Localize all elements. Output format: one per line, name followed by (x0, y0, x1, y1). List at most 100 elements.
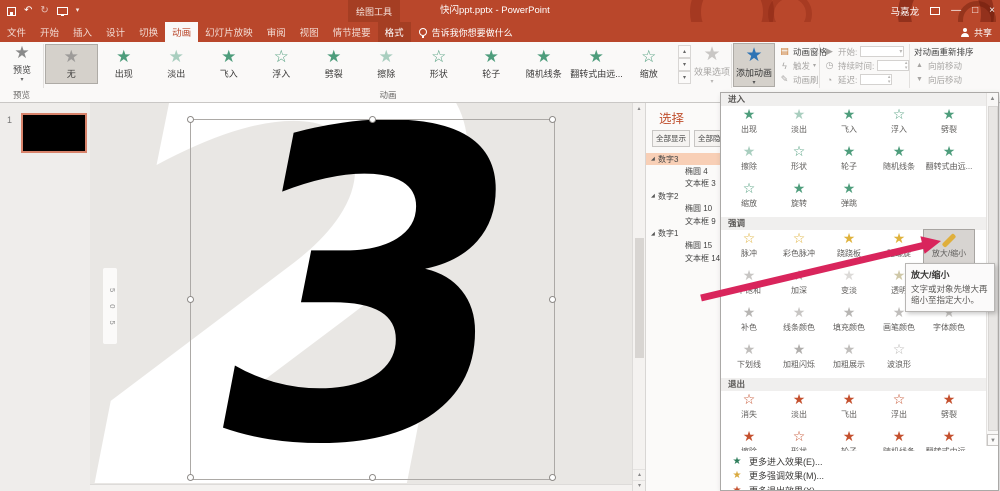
emphasis-effect-item[interactable]: ☆ 彩色脉冲 (774, 230, 824, 267)
selection-tree-item[interactable]: ◢ 数字1 (646, 227, 720, 239)
emphasis-effect-item[interactable]: ★ 加粗闪烁 (774, 341, 824, 378)
share-button[interactable]: 共享 (961, 22, 992, 42)
ribbon-tab[interactable]: 审阅 (260, 22, 293, 42)
scroll-down-icon[interactable]: ▼ (987, 434, 998, 446)
ribbon-tab[interactable]: 情节提要 (326, 22, 378, 42)
emphasis-effect-item[interactable]: ★ 填充颜色 (824, 304, 874, 341)
entrance-effect-item[interactable]: ☆ 浮入 (874, 106, 924, 143)
resize-handle[interactable] (187, 116, 194, 123)
animation-gallery-item[interactable]: ★ 擦除 (360, 44, 413, 84)
move-later-button[interactable]: ▼ 向后移动 (914, 73, 974, 86)
slide-editing-canvas[interactable]: 15 10 5 0 5 10 15 5 0 5 2 3 (90, 103, 632, 491)
emphasis-effect-item[interactable]: ★ 不饱和 (724, 267, 774, 304)
selection-tree-item[interactable]: ◢ 数字2 (646, 190, 720, 202)
selection-tree-item[interactable]: 文本框 3 (646, 178, 720, 190)
resize-handle[interactable] (549, 296, 556, 303)
scroll-up-icon[interactable]: ▲ (987, 93, 998, 105)
show-all-button[interactable]: 全部显示 (652, 130, 690, 147)
animation-gallery-item[interactable]: ★ 劈裂 (308, 44, 361, 84)
ribbon-display-options-icon[interactable] (930, 7, 941, 15)
exit-effect-item[interactable]: ★ 淡出 (774, 391, 824, 428)
entrance-effect-item[interactable]: ★ 飞入 (824, 106, 874, 143)
emphasis-effect-item[interactable]: 放大/缩小 (923, 229, 975, 268)
ribbon-tab[interactable]: 设计 (99, 22, 132, 42)
entrance-effect-item[interactable]: ★ 轮子 (824, 143, 874, 180)
selection-tree-item[interactable]: ◢ 数字3 (646, 153, 720, 166)
ribbon-tab[interactable]: 插入 (66, 22, 99, 42)
exit-effect-item[interactable]: ☆ 浮出 (874, 391, 924, 428)
resize-handle[interactable] (549, 474, 556, 481)
undo-icon[interactable]: ↶ (24, 0, 32, 22)
animation-gallery-item[interactable]: ★ 出现 (98, 44, 151, 84)
selection-tree-item[interactable]: 文本框 9 (646, 215, 720, 227)
add-animation-button[interactable]: ★ 添加动画 ▾ (733, 43, 775, 87)
emphasis-effect-item[interactable]: ★ 下划线 (724, 341, 774, 378)
animation-gallery-item[interactable]: ★ 无 (45, 44, 98, 84)
exit-effect-item[interactable]: ★ 飞出 (824, 391, 874, 428)
entrance-effect-item[interactable]: ★ 旋转 (774, 180, 824, 217)
slideshow-icon[interactable] (56, 7, 68, 16)
more-effects-menu-item[interactable]: ★ 更多强调效果(M)... (721, 469, 998, 484)
save-icon[interactable] (7, 6, 16, 16)
minimize-button[interactable]: — (951, 0, 961, 22)
vertical-scrollbar[interactable]: ▴ ▴ ▾ (632, 103, 646, 491)
animation-gallery-item[interactable]: ★ 翻转式由远... (570, 44, 623, 84)
entrance-effect-item[interactable]: ★ 劈裂 (924, 106, 974, 143)
selection-tree-item[interactable]: 椭圆 4 (646, 165, 720, 177)
ribbon-tab[interactable]: 动画 (165, 22, 199, 42)
ribbon-tab[interactable]: 切换 (132, 22, 165, 42)
entrance-effect-item[interactable]: ☆ 缩放 (724, 180, 774, 217)
qat-customize-icon[interactable]: ▾ (76, 0, 80, 22)
resize-handle[interactable] (187, 296, 194, 303)
animation-gallery-item[interactable]: ☆ 浮入 (255, 44, 308, 84)
scroll-up-icon[interactable]: ▴ (633, 103, 645, 115)
resize-handle[interactable] (369, 474, 376, 481)
more-effects-menu-item[interactable]: ★ 更多退出效果(X)... (721, 483, 998, 490)
emphasis-effect-item[interactable]: ★ 线条颜色 (774, 304, 824, 341)
entrance-effect-item[interactable]: ★ 擦除 (724, 143, 774, 180)
animation-gallery-item[interactable]: ★ 随机线条 (518, 44, 571, 84)
more-effects-menu-item[interactable]: ★ 更多进入效果(E)... (721, 454, 998, 469)
expand-icon[interactable]: ◢ (651, 193, 658, 199)
start-combobox[interactable]: ▾ (860, 46, 905, 57)
maximize-button[interactable]: □ (972, 0, 978, 22)
emphasis-effect-item[interactable]: ★ 补色 (724, 304, 774, 341)
emphasis-effect-item[interactable]: ★ 陀螺旋 (874, 230, 924, 267)
emphasis-effect-item[interactable]: ☆ 波浪形 (874, 341, 924, 378)
gallery-more-button[interactable]: ▾ (678, 71, 691, 84)
exit-effect-item[interactable]: ★ 劈裂 (924, 391, 974, 428)
animation-gallery-item[interactable]: ☆ 缩放 (623, 44, 676, 84)
effect-options-button[interactable]: ★ 效果选项 ▾ (694, 44, 730, 86)
emphasis-effect-item[interactable]: ☆ 脉冲 (724, 230, 774, 267)
animation-gallery-item[interactable]: ★ 轮子 (465, 44, 518, 84)
resize-handle[interactable] (369, 116, 376, 123)
move-earlier-button[interactable]: ▲ 向前移动 (914, 59, 974, 72)
preview-button[interactable]: ★ 预览 ▾ (4, 44, 40, 86)
selection-tree-item[interactable]: 椭圆 10 (646, 203, 720, 215)
entrance-effect-item[interactable]: ☆ 形状 (774, 143, 824, 180)
scrollbar-thumb[interactable] (635, 238, 644, 358)
ribbon-tab[interactable]: 文件 (0, 22, 33, 42)
slide-thumbnail[interactable] (21, 113, 87, 153)
user-name[interactable]: 马嘉龙 (891, 4, 920, 18)
animation-gallery-item[interactable]: ☆ 形状 (413, 44, 466, 84)
ribbon-tab[interactable]: 开始 (33, 22, 66, 42)
tell-me-box[interactable]: 告诉我你想要做什么 (418, 22, 513, 42)
gallery-up-button[interactable]: ▴ (678, 45, 691, 58)
duration-spinner[interactable]: ▴ ▾ (877, 60, 910, 71)
emphasis-effect-item[interactable]: ★ 加粗展示 (824, 341, 874, 378)
exit-effect-item[interactable]: ☆ 消失 (724, 391, 774, 428)
entrance-effect-item[interactable]: ★ 翻转式由远... (924, 143, 974, 180)
redo-icon[interactable]: ↻ (40, 0, 48, 22)
ribbon-tab[interactable]: 格式 (377, 22, 411, 42)
animation-gallery-item[interactable]: ★ 淡出 (150, 44, 203, 84)
emphasis-effect-item[interactable]: ★ 加深 (774, 267, 824, 304)
delay-spinner[interactable]: ▴ ▾ (860, 74, 893, 85)
entrance-effect-item[interactable]: ★ 淡出 (774, 106, 824, 143)
entrance-effect-item[interactable]: ★ 出现 (724, 106, 774, 143)
close-button[interactable]: × (989, 0, 995, 22)
animation-gallery-item[interactable]: ★ 飞入 (203, 44, 256, 84)
emphasis-effect-item[interactable]: ★ 跷跷板 (824, 230, 874, 267)
ribbon-tab[interactable]: 视图 (293, 22, 326, 42)
expand-icon[interactable]: ◢ (651, 156, 658, 162)
